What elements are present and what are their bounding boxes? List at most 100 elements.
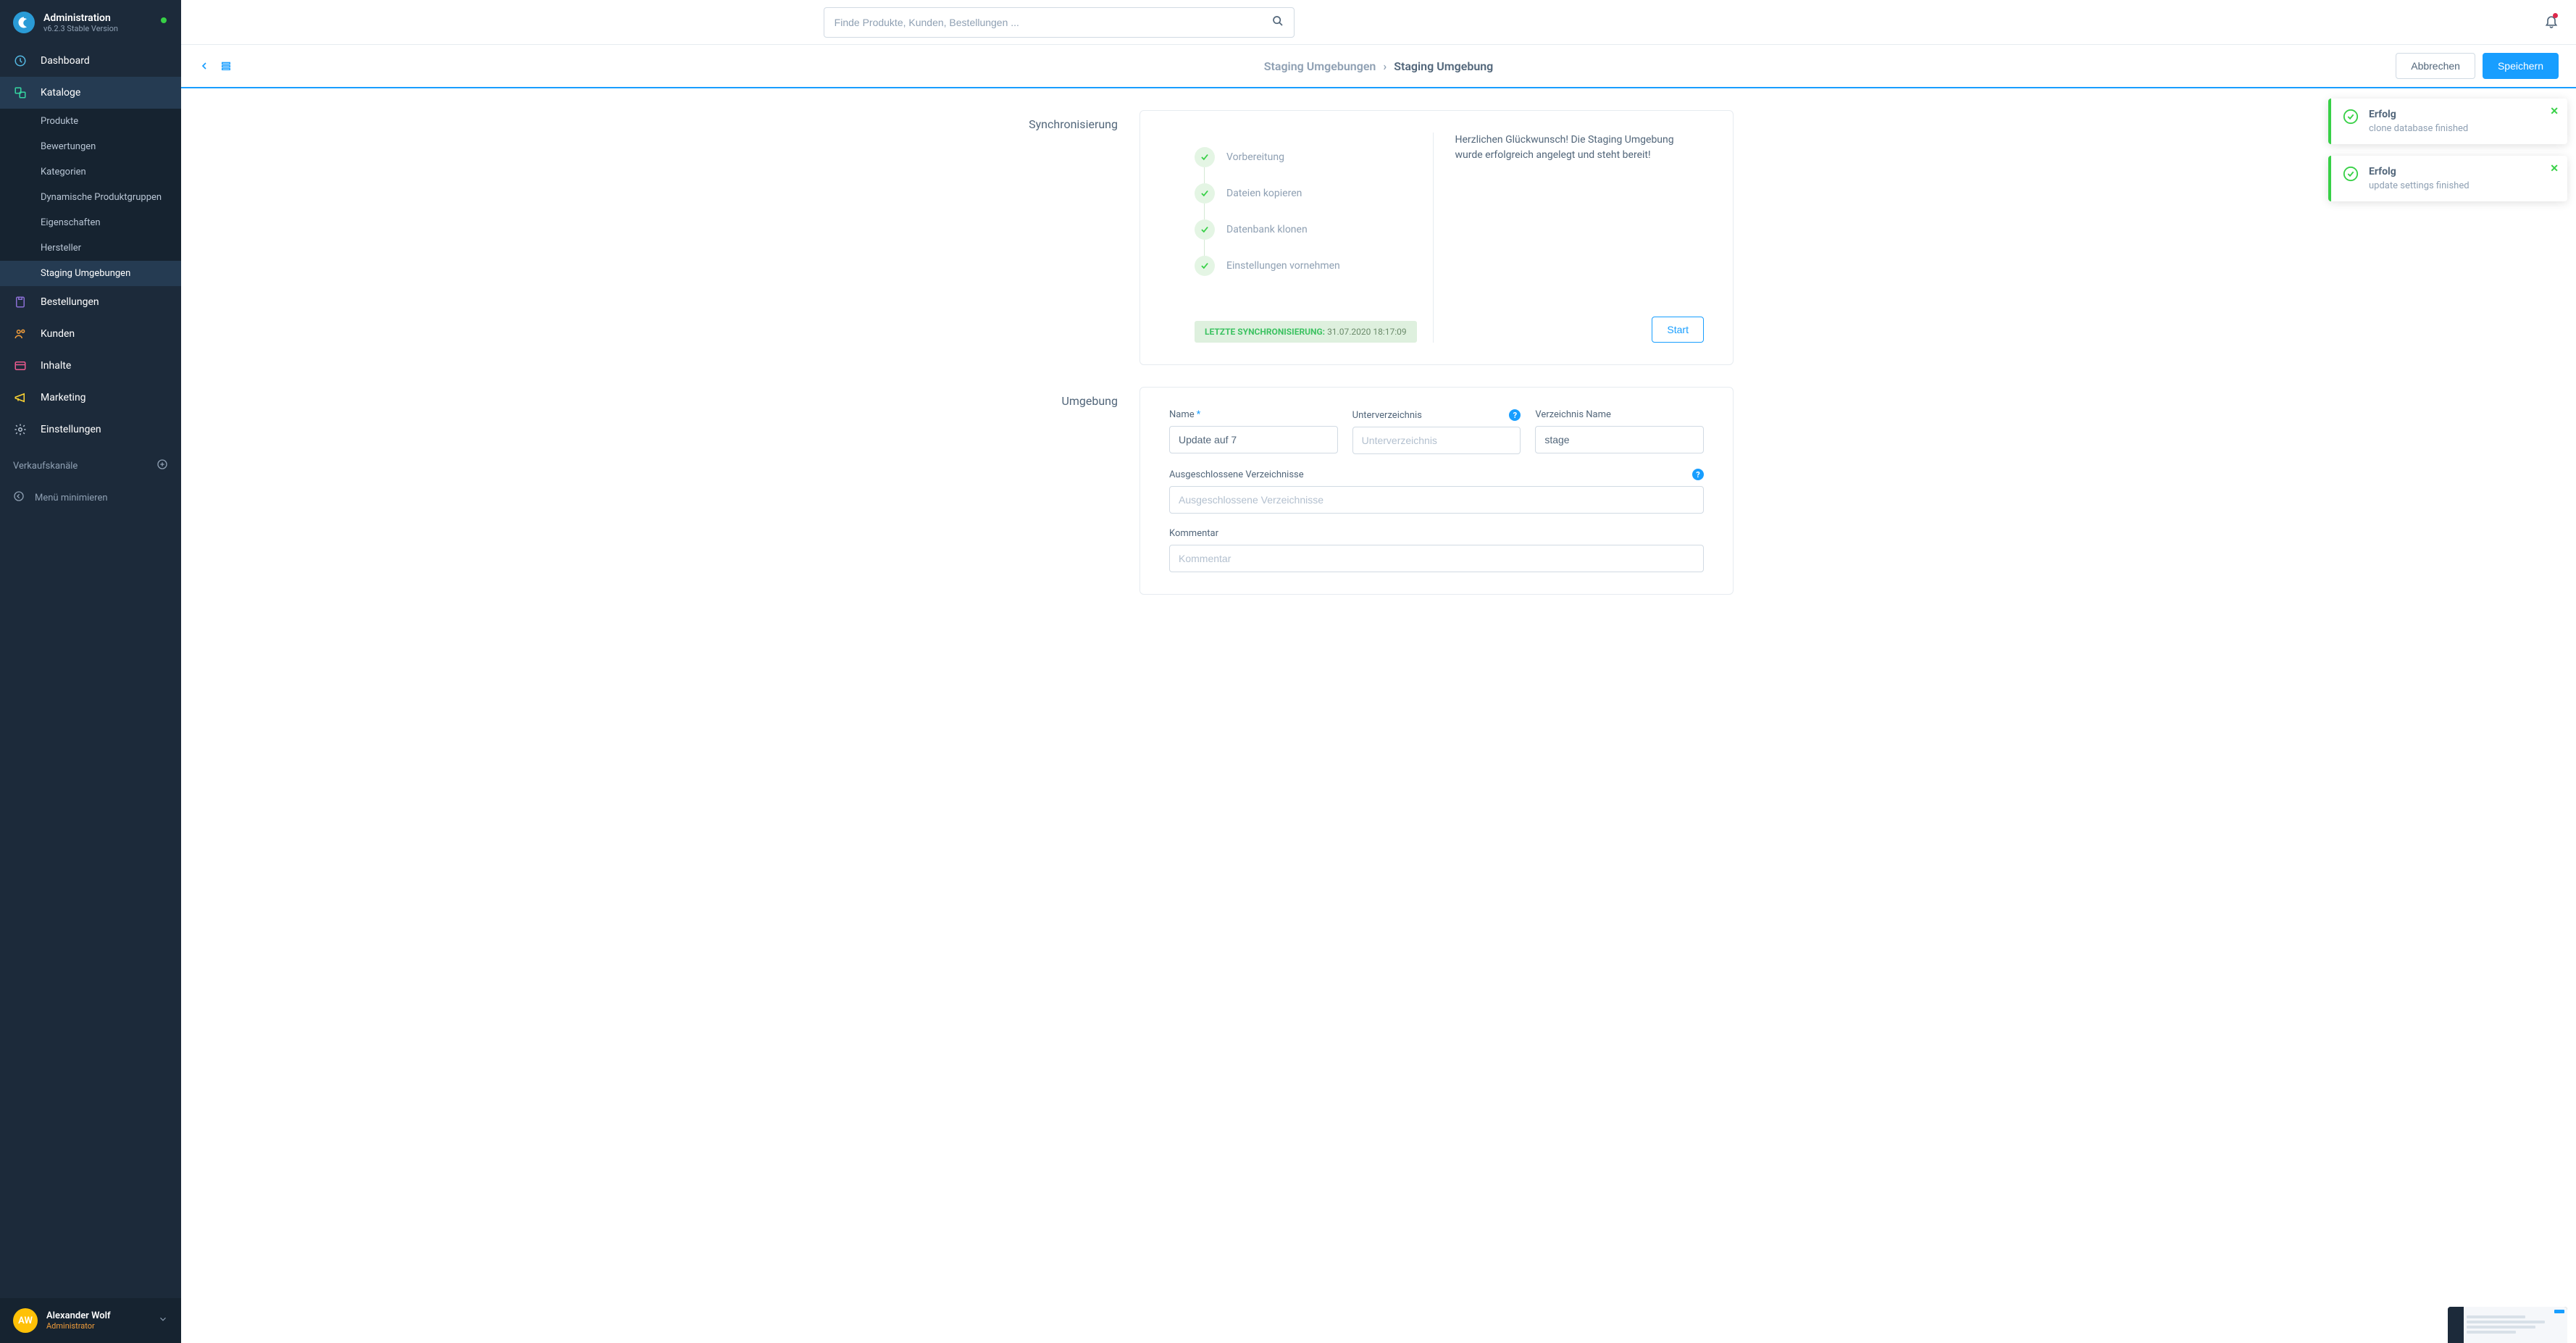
channels-section: Verkaufskanäle: [0, 445, 181, 480]
minimize-icon: [13, 490, 25, 505]
breadcrumb-separator: ›: [1383, 59, 1387, 73]
step-label: Vorbereitung: [1226, 151, 1284, 163]
breadcrumb-parent[interactable]: Staging Umgebungen: [1264, 59, 1376, 73]
sync-step-3: Datenbank klonen: [1195, 219, 1418, 240]
toast-close-icon[interactable]: ✕: [2550, 163, 2559, 175]
section-label-sync: Synchronisierung: [1024, 110, 1118, 365]
nav-sub-produkte[interactable]: Produkte: [0, 109, 181, 134]
nav-sub-bewertungen[interactable]: Bewertungen: [0, 134, 181, 159]
nav-kataloge[interactable]: Kataloge: [0, 77, 181, 109]
notification-badge: [2553, 13, 2558, 18]
subdir-label: Unterverzeichnis?: [1352, 409, 1521, 421]
toast-close-icon[interactable]: ✕: [2550, 106, 2559, 117]
nav-label: Einstellungen: [41, 424, 101, 435]
nav-label: Inhalte: [41, 360, 71, 372]
sync-step-2: Dateien kopieren: [1195, 183, 1418, 204]
nav-label: Kataloge: [41, 87, 80, 99]
nav-inhalte[interactable]: Inhalte: [0, 350, 181, 382]
orders-icon: [13, 295, 28, 309]
nav-einstellungen[interactable]: Einstellungen: [0, 414, 181, 445]
toast-title: Erfolg: [2369, 109, 2468, 120]
user-footer[interactable]: AW Alexander Wolf Administrator: [0, 1298, 181, 1343]
logo-icon: [13, 12, 35, 33]
subdir-input[interactable]: [1352, 427, 1521, 454]
content-icon: [13, 359, 28, 373]
nav-bestellungen[interactable]: Bestellungen: [0, 286, 181, 318]
nav-label: Dashboard: [41, 55, 90, 67]
start-button[interactable]: Start: [1652, 317, 1704, 343]
help-icon[interactable]: ?: [1509, 409, 1521, 421]
notifications-icon[interactable]: [2544, 14, 2559, 31]
nav-marketing[interactable]: Marketing: [0, 382, 181, 414]
nav-sub-staging[interactable]: Staging Umgebungen: [0, 261, 181, 286]
check-icon: [1195, 147, 1215, 167]
toast-message: update settings finished: [2369, 180, 2470, 191]
nav-sub-eigenschaften[interactable]: Eigenschaften: [0, 210, 181, 235]
nav-dashboard[interactable]: Dashboard: [0, 45, 181, 77]
content: Synchronisierung Vorbereitung: [181, 88, 2576, 1343]
search-box[interactable]: [824, 7, 1295, 38]
catalog-icon: [13, 85, 28, 100]
search-input[interactable]: [835, 17, 1272, 28]
check-icon: [1195, 219, 1215, 240]
toast-success-1: Erfolg clone database finished ✕: [2328, 99, 2567, 144]
save-button[interactable]: Speichern: [2483, 53, 2559, 79]
comment-input[interactable]: [1169, 545, 1704, 572]
preview-thumbnail[interactable]: [2448, 1307, 2567, 1343]
sidebar-header: Administration v6.2.3 Stable Version: [0, 0, 181, 45]
success-icon: [2343, 109, 2359, 127]
back-button[interactable]: [198, 60, 210, 72]
minimize-label: Menü minimieren: [35, 493, 108, 503]
main: Staging Umgebungen › Staging Umgebung Ab…: [181, 0, 2576, 1343]
nav-sub-kategorien[interactable]: Kategorien: [0, 159, 181, 185]
nav-sub-hersteller[interactable]: Hersteller: [0, 235, 181, 261]
chevron-down-icon: [158, 1314, 168, 1327]
status-indicator: [161, 17, 167, 23]
congrats-text: Herzlichen Glückwunsch! Die Staging Umge…: [1455, 133, 1705, 163]
user-name: Alexander Wolf: [46, 1310, 111, 1321]
field-dirname: Verzeichnis Name: [1535, 409, 1704, 454]
section-label-env: Umgebung: [1024, 387, 1118, 595]
section-sync: Synchronisierung Vorbereitung: [1024, 110, 1734, 365]
nav-sub-kataloge: Produkte Bewertungen Kategorien Dynamisc…: [0, 109, 181, 286]
cancel-button[interactable]: Abbrechen: [2396, 53, 2475, 79]
dirname-label: Verzeichnis Name: [1535, 409, 1704, 420]
check-icon: [1195, 256, 1215, 276]
toast-title: Erfolg: [2369, 166, 2470, 177]
excluded-label: Ausgeschlossene Verzeichnisse?: [1169, 469, 1704, 480]
admin-title: Administration: [43, 12, 118, 24]
search-icon: [1272, 15, 1284, 30]
settings-icon: [13, 422, 28, 437]
toast-message: clone database finished: [2369, 123, 2468, 134]
nav-sub-dynamische[interactable]: Dynamische Produktgruppen: [0, 185, 181, 210]
field-comment: Kommentar: [1169, 528, 1704, 572]
breadcrumb: Staging Umgebungen › Staging Umgebung: [1264, 59, 1494, 73]
topbar: [181, 0, 2576, 45]
sidebar: Administration v6.2.3 Stable Version Das…: [0, 0, 181, 1343]
list-button[interactable]: [220, 60, 232, 72]
excluded-input[interactable]: [1169, 486, 1704, 514]
name-input[interactable]: [1169, 426, 1338, 453]
check-icon: [1195, 183, 1215, 204]
admin-version: v6.2.3 Stable Version: [43, 24, 118, 33]
minimize-menu[interactable]: Menü minimieren: [0, 480, 181, 515]
marketing-icon: [13, 390, 28, 405]
add-channel-icon[interactable]: [156, 459, 168, 473]
sync-step-4: Einstellungen vornehmen: [1195, 256, 1418, 276]
channels-label: Verkaufskanäle: [13, 461, 78, 472]
last-sync-badge: LETZTE SYNCHRONISIERUNG: 31.07.2020 18:1…: [1195, 321, 1417, 343]
nav-kunden[interactable]: Kunden: [0, 318, 181, 350]
last-sync-time: 31.07.2020 18:17:09: [1327, 327, 1407, 337]
field-subdir: Unterverzeichnis?: [1352, 409, 1521, 454]
nav: Dashboard Kataloge Produkte Bewertungen …: [0, 45, 181, 1298]
subheader: Staging Umgebungen › Staging Umgebung Ab…: [181, 45, 2576, 88]
toast-success-2: Erfolg update settings finished ✕: [2328, 156, 2567, 201]
field-name: Name*: [1169, 409, 1338, 454]
dirname-input[interactable]: [1535, 426, 1704, 453]
success-icon: [2343, 166, 2359, 185]
nav-label: Marketing: [41, 392, 86, 403]
nav-label: Kunden: [41, 328, 75, 340]
help-icon[interactable]: ?: [1692, 469, 1704, 480]
customers-icon: [13, 327, 28, 341]
step-label: Datenbank klonen: [1226, 224, 1308, 235]
